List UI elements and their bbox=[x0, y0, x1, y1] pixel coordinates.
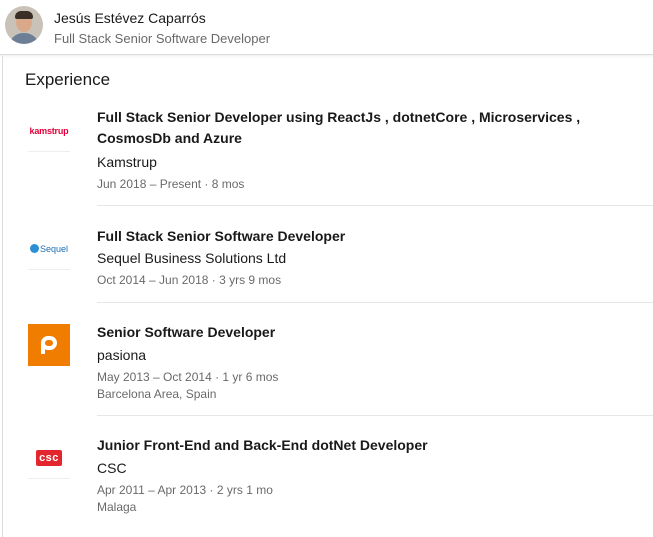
company-name: pasiona bbox=[97, 347, 147, 363]
job-title[interactable]: Senior Software Developer bbox=[97, 322, 652, 343]
job-location: Barcelona Area, Spain bbox=[97, 387, 217, 401]
job-location: Malaga bbox=[97, 500, 137, 514]
experience-item: Senior Software Developer pasiona May 20… bbox=[28, 324, 653, 416]
section-title: Experience bbox=[25, 70, 111, 89]
profile-header: Jesús Estévez Caparrós Full Stack Senior… bbox=[0, 0, 653, 55]
divider bbox=[97, 205, 653, 206]
section-border bbox=[2, 56, 3, 537]
job-dates: Oct 2014 – Jun 2018 · 3 yrs 9 mos bbox=[97, 273, 282, 287]
company-name: CSC bbox=[97, 460, 127, 476]
experience-item: csc Junior Front-End and Back-End dotNet… bbox=[28, 437, 653, 527]
kamstrup-logo-icon[interactable]: kamstrup bbox=[28, 110, 70, 152]
pasiona-logo-icon[interactable] bbox=[28, 324, 70, 366]
job-dates: May 2013 – Oct 2014 · 1 yr 6 mos bbox=[97, 370, 279, 384]
csc-logo-icon[interactable]: csc bbox=[28, 437, 70, 479]
divider bbox=[97, 302, 653, 303]
job-dates: Apr 2011 – Apr 2013 · 2 yrs 1 mo bbox=[97, 483, 273, 497]
job-title[interactable]: Junior Front-End and Back-End dotNet Dev… bbox=[97, 435, 652, 456]
company-name: Sequel Business Solutions Ltd bbox=[97, 250, 287, 266]
company-name: Kamstrup bbox=[97, 154, 157, 170]
job-dates: Jun 2018 – Present · 8 mos bbox=[97, 177, 245, 191]
divider bbox=[97, 415, 653, 416]
profile-name[interactable]: Jesús Estévez Caparrós bbox=[54, 10, 206, 26]
experience-item: kamstrup Full Stack Senior Developer usi… bbox=[28, 107, 653, 206]
experience-item: Sequel Full Stack Senior Software Develo… bbox=[28, 228, 653, 304]
profile-headline: Full Stack Senior Software Developer bbox=[54, 31, 271, 46]
job-title[interactable]: Full Stack Senior Developer using ReactJ… bbox=[97, 107, 652, 149]
avatar[interactable] bbox=[5, 6, 43, 44]
sequel-logo-icon[interactable]: Sequel bbox=[28, 228, 70, 270]
job-title[interactable]: Full Stack Senior Software Developer bbox=[97, 226, 652, 247]
